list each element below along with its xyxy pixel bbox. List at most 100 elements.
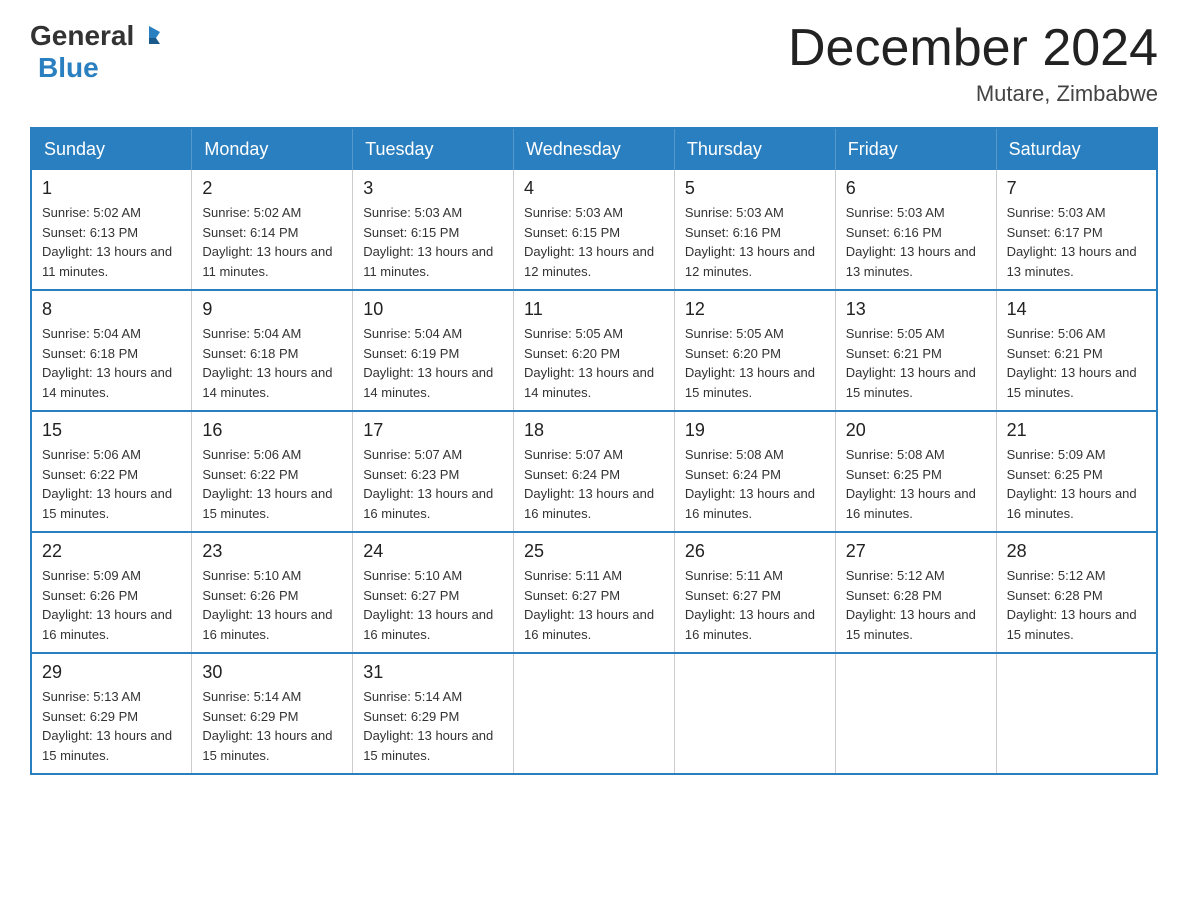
calendar-cell: 2 Sunrise: 5:02 AM Sunset: 6:14 PM Dayli… <box>192 170 353 290</box>
day-number: 19 <box>685 420 825 441</box>
day-number: 8 <box>42 299 181 320</box>
calendar-cell <box>514 653 675 774</box>
calendar-cell: 25 Sunrise: 5:11 AM Sunset: 6:27 PM Dayl… <box>514 532 675 653</box>
calendar-cell: 30 Sunrise: 5:14 AM Sunset: 6:29 PM Dayl… <box>192 653 353 774</box>
day-info: Sunrise: 5:09 AM Sunset: 6:26 PM Dayligh… <box>42 566 181 644</box>
day-number: 22 <box>42 541 181 562</box>
day-info: Sunrise: 5:02 AM Sunset: 6:14 PM Dayligh… <box>202 203 342 281</box>
logo-general-text: General <box>30 20 134 52</box>
calendar-cell: 14 Sunrise: 5:06 AM Sunset: 6:21 PM Dayl… <box>996 290 1157 411</box>
day-number: 3 <box>363 178 503 199</box>
day-info: Sunrise: 5:03 AM Sunset: 6:17 PM Dayligh… <box>1007 203 1146 281</box>
calendar-cell <box>996 653 1157 774</box>
day-number: 13 <box>846 299 986 320</box>
day-info: Sunrise: 5:03 AM Sunset: 6:15 PM Dayligh… <box>363 203 503 281</box>
day-number: 16 <box>202 420 342 441</box>
day-number: 2 <box>202 178 342 199</box>
day-info: Sunrise: 5:03 AM Sunset: 6:16 PM Dayligh… <box>846 203 986 281</box>
day-number: 24 <box>363 541 503 562</box>
day-info: Sunrise: 5:07 AM Sunset: 6:24 PM Dayligh… <box>524 445 664 523</box>
day-number: 12 <box>685 299 825 320</box>
day-number: 14 <box>1007 299 1146 320</box>
day-info: Sunrise: 5:12 AM Sunset: 6:28 PM Dayligh… <box>846 566 986 644</box>
calendar-cell: 8 Sunrise: 5:04 AM Sunset: 6:18 PM Dayli… <box>31 290 192 411</box>
day-info: Sunrise: 5:13 AM Sunset: 6:29 PM Dayligh… <box>42 687 181 765</box>
calendar-cell <box>674 653 835 774</box>
calendar-cell: 16 Sunrise: 5:06 AM Sunset: 6:22 PM Dayl… <box>192 411 353 532</box>
title-block: December 2024 Mutare, Zimbabwe <box>788 20 1158 107</box>
logo: General Blue <box>30 20 162 84</box>
day-info: Sunrise: 5:03 AM Sunset: 6:16 PM Dayligh… <box>685 203 825 281</box>
day-info: Sunrise: 5:08 AM Sunset: 6:24 PM Dayligh… <box>685 445 825 523</box>
day-number: 25 <box>524 541 664 562</box>
day-info: Sunrise: 5:10 AM Sunset: 6:26 PM Dayligh… <box>202 566 342 644</box>
day-number: 17 <box>363 420 503 441</box>
calendar-cell: 28 Sunrise: 5:12 AM Sunset: 6:28 PM Dayl… <box>996 532 1157 653</box>
day-info: Sunrise: 5:12 AM Sunset: 6:28 PM Dayligh… <box>1007 566 1146 644</box>
calendar-cell: 10 Sunrise: 5:04 AM Sunset: 6:19 PM Dayl… <box>353 290 514 411</box>
day-info: Sunrise: 5:04 AM Sunset: 6:19 PM Dayligh… <box>363 324 503 402</box>
col-header-tuesday: Tuesday <box>353 128 514 170</box>
calendar-header-row: SundayMondayTuesdayWednesdayThursdayFrid… <box>31 128 1157 170</box>
week-row-3: 15 Sunrise: 5:06 AM Sunset: 6:22 PM Dayl… <box>31 411 1157 532</box>
day-info: Sunrise: 5:14 AM Sunset: 6:29 PM Dayligh… <box>202 687 342 765</box>
day-number: 30 <box>202 662 342 683</box>
calendar-cell: 18 Sunrise: 5:07 AM Sunset: 6:24 PM Dayl… <box>514 411 675 532</box>
day-number: 6 <box>846 178 986 199</box>
day-number: 5 <box>685 178 825 199</box>
calendar-cell: 13 Sunrise: 5:05 AM Sunset: 6:21 PM Dayl… <box>835 290 996 411</box>
day-info: Sunrise: 5:11 AM Sunset: 6:27 PM Dayligh… <box>685 566 825 644</box>
week-row-2: 8 Sunrise: 5:04 AM Sunset: 6:18 PM Dayli… <box>31 290 1157 411</box>
calendar-cell: 1 Sunrise: 5:02 AM Sunset: 6:13 PM Dayli… <box>31 170 192 290</box>
calendar-cell: 21 Sunrise: 5:09 AM Sunset: 6:25 PM Dayl… <box>996 411 1157 532</box>
calendar-cell: 5 Sunrise: 5:03 AM Sunset: 6:16 PM Dayli… <box>674 170 835 290</box>
day-number: 1 <box>42 178 181 199</box>
day-info: Sunrise: 5:05 AM Sunset: 6:21 PM Dayligh… <box>846 324 986 402</box>
col-header-sunday: Sunday <box>31 128 192 170</box>
calendar-cell: 7 Sunrise: 5:03 AM Sunset: 6:17 PM Dayli… <box>996 170 1157 290</box>
calendar-cell: 11 Sunrise: 5:05 AM Sunset: 6:20 PM Dayl… <box>514 290 675 411</box>
col-header-monday: Monday <box>192 128 353 170</box>
page-header: General Blue December 2024 Mutare, Zimba… <box>30 20 1158 107</box>
col-header-friday: Friday <box>835 128 996 170</box>
calendar-cell <box>835 653 996 774</box>
calendar-cell: 29 Sunrise: 5:13 AM Sunset: 6:29 PM Dayl… <box>31 653 192 774</box>
calendar-cell: 22 Sunrise: 5:09 AM Sunset: 6:26 PM Dayl… <box>31 532 192 653</box>
logo-flag-icon <box>136 24 162 50</box>
calendar-cell: 19 Sunrise: 5:08 AM Sunset: 6:24 PM Dayl… <box>674 411 835 532</box>
day-info: Sunrise: 5:04 AM Sunset: 6:18 PM Dayligh… <box>202 324 342 402</box>
day-info: Sunrise: 5:09 AM Sunset: 6:25 PM Dayligh… <box>1007 445 1146 523</box>
day-info: Sunrise: 5:05 AM Sunset: 6:20 PM Dayligh… <box>524 324 664 402</box>
day-info: Sunrise: 5:14 AM Sunset: 6:29 PM Dayligh… <box>363 687 503 765</box>
day-number: 18 <box>524 420 664 441</box>
calendar-cell: 3 Sunrise: 5:03 AM Sunset: 6:15 PM Dayli… <box>353 170 514 290</box>
col-header-thursday: Thursday <box>674 128 835 170</box>
day-info: Sunrise: 5:04 AM Sunset: 6:18 PM Dayligh… <box>42 324 181 402</box>
day-info: Sunrise: 5:07 AM Sunset: 6:23 PM Dayligh… <box>363 445 503 523</box>
logo-blue-text: Blue <box>38 52 99 84</box>
calendar-cell: 24 Sunrise: 5:10 AM Sunset: 6:27 PM Dayl… <box>353 532 514 653</box>
calendar-cell: 12 Sunrise: 5:05 AM Sunset: 6:20 PM Dayl… <box>674 290 835 411</box>
day-info: Sunrise: 5:06 AM Sunset: 6:22 PM Dayligh… <box>42 445 181 523</box>
col-header-saturday: Saturday <box>996 128 1157 170</box>
calendar-table: SundayMondayTuesdayWednesdayThursdayFrid… <box>30 127 1158 775</box>
calendar-cell: 4 Sunrise: 5:03 AM Sunset: 6:15 PM Dayli… <box>514 170 675 290</box>
calendar-cell: 23 Sunrise: 5:10 AM Sunset: 6:26 PM Dayl… <box>192 532 353 653</box>
day-info: Sunrise: 5:10 AM Sunset: 6:27 PM Dayligh… <box>363 566 503 644</box>
week-row-5: 29 Sunrise: 5:13 AM Sunset: 6:29 PM Dayl… <box>31 653 1157 774</box>
day-number: 11 <box>524 299 664 320</box>
calendar-cell: 31 Sunrise: 5:14 AM Sunset: 6:29 PM Dayl… <box>353 653 514 774</box>
day-number: 10 <box>363 299 503 320</box>
calendar-cell: 20 Sunrise: 5:08 AM Sunset: 6:25 PM Dayl… <box>835 411 996 532</box>
day-number: 29 <box>42 662 181 683</box>
calendar-cell: 27 Sunrise: 5:12 AM Sunset: 6:28 PM Dayl… <box>835 532 996 653</box>
calendar-title: December 2024 <box>788 20 1158 77</box>
day-number: 20 <box>846 420 986 441</box>
day-info: Sunrise: 5:06 AM Sunset: 6:21 PM Dayligh… <box>1007 324 1146 402</box>
calendar-cell: 15 Sunrise: 5:06 AM Sunset: 6:22 PM Dayl… <box>31 411 192 532</box>
day-info: Sunrise: 5:08 AM Sunset: 6:25 PM Dayligh… <box>846 445 986 523</box>
day-number: 4 <box>524 178 664 199</box>
day-number: 28 <box>1007 541 1146 562</box>
calendar-cell: 6 Sunrise: 5:03 AM Sunset: 6:16 PM Dayli… <box>835 170 996 290</box>
day-info: Sunrise: 5:11 AM Sunset: 6:27 PM Dayligh… <box>524 566 664 644</box>
